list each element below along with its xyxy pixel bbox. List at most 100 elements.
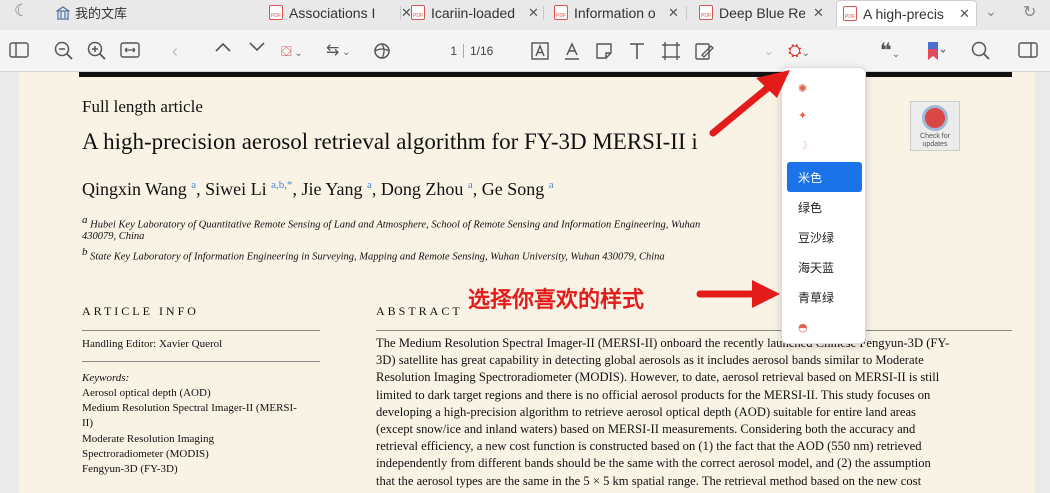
article-type: Full length article [82, 97, 203, 116]
underline-text-icon[interactable] [562, 41, 582, 61]
library-label: 我的文库 [75, 7, 128, 22]
pdf-file-icon: PDF [269, 5, 283, 20]
tab-bar: ☾ 我的文库 PDF Associations I ✕ PDF Icariin-… [0, 0, 1050, 30]
theme-option-sea-blue[interactable]: 海天蓝 [787, 253, 862, 281]
article-title: A high-precision aerosol retrieval algor… [82, 129, 698, 154]
library-button[interactable]: 我的文库 [56, 3, 127, 22]
theme-option-beige[interactable]: 米色 [787, 162, 862, 192]
annotation-text: 选择你喜欢的样式 [468, 288, 645, 313]
abstract-heading: ABSTRACT [376, 304, 463, 318]
next-page-icon[interactable] [248, 41, 266, 53]
theme-option-custom[interactable]: ◓ [787, 313, 862, 341]
back-icon[interactable]: ‹ [172, 41, 178, 61]
keyword: Aerosol optical depth (AOD) [82, 387, 211, 399]
swap-icon[interactable]: ⇆ ⌄ [326, 41, 351, 63]
theme-option-grass-green[interactable]: 青草绿 [787, 283, 862, 311]
author-affiliation-mark[interactable]: a [191, 179, 196, 191]
affiliation-text: State Key Laboratory of Information Engi… [90, 251, 665, 263]
bookmark-icon[interactable] [925, 41, 947, 61]
crop-area-icon[interactable] [661, 41, 681, 61]
zoom-in-icon[interactable] [87, 41, 107, 61]
header-rule [79, 72, 1012, 77]
affiliation-mark: b [82, 246, 88, 258]
close-icon[interactable]: ✕ [668, 5, 679, 21]
author-affiliation-mark[interactable]: a,b,* [271, 179, 292, 191]
pdf-file-icon: PDF [843, 6, 857, 21]
abstract-line: 3D) satellite has great capability in de… [376, 353, 924, 368]
abstract-line: developing a high-precision algorithm to… [376, 404, 916, 419]
tab-information[interactable]: PDF Information o ✕ [554, 0, 679, 25]
right-panel-toggle-icon[interactable] [1018, 41, 1038, 59]
search-icon[interactable] [971, 41, 991, 61]
previous-page-icon[interactable] [214, 41, 232, 53]
moon-icon: ☽ [798, 138, 808, 152]
affiliation-mark: a [82, 214, 88, 226]
keyword: II) [82, 417, 93, 429]
highlight-pdf-icon[interactable]: ⛋ ⌄ [281, 41, 303, 64]
sidebar-toggle-icon[interactable] [9, 41, 29, 59]
abstract-line: The Medium Resolution Spectral Imager-II… [376, 336, 950, 350]
zoom-out-icon[interactable] [54, 41, 74, 61]
tab-associations[interactable]: PDF Associations I ✕ [269, 0, 412, 25]
divider [82, 330, 320, 331]
close-icon[interactable]: ✕ [813, 5, 824, 21]
tab-icariin[interactable]: PDF Icariin-loaded ✕ [411, 0, 539, 25]
keyword: Fengyun-3D (FY-3D) [82, 463, 178, 475]
tab-deep-blue[interactable]: PDF Deep Blue Re ✕ [699, 0, 824, 25]
chevron-down-icon[interactable]: ⌄ [985, 3, 997, 20]
abstract-body: The Medium Resolution Spectral Imager-II… [376, 335, 1012, 490]
article-info-heading: ARTICLE INFO [82, 304, 199, 318]
divider [376, 330, 1012, 331]
author-affiliation-mark[interactable]: a [468, 179, 473, 191]
theme-option-green[interactable]: 绿色 [787, 193, 862, 221]
affiliation-text: Hubei Key Laboratory of Quantitative Rem… [90, 219, 701, 231]
affiliation: b State Key Laboratory of Information En… [82, 246, 665, 263]
check-for-updates-badge[interactable]: Check for updates [910, 101, 960, 151]
page-total: 1/16 [470, 44, 494, 58]
keywords-label: Keywords: [82, 372, 130, 384]
text-box-icon[interactable] [530, 41, 550, 61]
affiliation-text: 430079, China [82, 231, 145, 242]
quote-icon[interactable]: ❝⌄ [880, 41, 900, 65]
pdf-file-icon: PDF [411, 5, 425, 20]
tab-high-precision[interactable]: PDF A high-precis ✕ [836, 0, 977, 26]
tab-separator [543, 6, 544, 20]
abstract-line: (except snow/ice and inland waters) base… [376, 422, 916, 437]
theme-option-auto[interactable]: ✦ [787, 101, 862, 129]
close-icon[interactable]: ✕ [959, 6, 970, 22]
text-tool-icon[interactable] [628, 41, 646, 61]
chevron-down-icon[interactable]: ⌄ [764, 41, 774, 61]
theme-option-bean-green[interactable]: 豆沙绿 [787, 223, 862, 251]
current-page-field[interactable]: 1 [443, 44, 457, 58]
ai-assistant-icon[interactable] [372, 41, 392, 61]
note-icon[interactable] [594, 41, 614, 61]
refresh-icon[interactable]: ↻ [1023, 2, 1036, 22]
library-icon [56, 5, 70, 20]
divider [463, 44, 464, 58]
fit-width-icon[interactable] [120, 41, 140, 59]
author-name: Jie Yang [301, 179, 363, 199]
close-icon[interactable]: ✕ [528, 5, 539, 21]
author-name: Ge Song [481, 179, 545, 199]
pdf-file-icon: PDF [699, 5, 713, 20]
affiliation: a Hubei Key Laboratory of Quantitative R… [82, 214, 700, 231]
tab-separator [686, 6, 687, 20]
divider [82, 361, 320, 362]
sparkle-icon: ✦ [798, 108, 808, 122]
handling-editor: Handling Editor: Xavier Querol [82, 338, 223, 350]
theme-option-dark[interactable]: ☽ [787, 131, 862, 159]
theme-menu: ✺ ✦ ☽ 米色 绿色 豆沙绿 海天蓝 青草绿 ◓ [781, 67, 866, 344]
author-affiliation-mark[interactable]: a [549, 179, 554, 191]
pdf-theme-button[interactable]: ⛭⌄ [788, 41, 810, 64]
keyword: Medium Resolution Spectral Imager-II (ME… [82, 402, 297, 414]
author-name: Siwei Li [205, 179, 267, 199]
abstract-line: Resolution Imaging Spectroradiometer (MO… [376, 370, 940, 385]
page-indicator[interactable]: 1 1/16 [443, 44, 493, 58]
theme-option-light[interactable]: ✺ [787, 74, 862, 102]
moon-icon[interactable]: ☾ [14, 1, 29, 21]
author-affiliation-mark[interactable]: a [367, 179, 372, 191]
signature-icon[interactable] [694, 41, 714, 61]
tab-label: Icariin-loaded [431, 4, 516, 21]
tab-label: A high-precis [863, 5, 944, 22]
toolbar: ‹ ⛋ ⌄ ⇆ ⌄ 1 1/16 ⌄ ⛭⌄ ❝⌄ [0, 30, 1050, 72]
